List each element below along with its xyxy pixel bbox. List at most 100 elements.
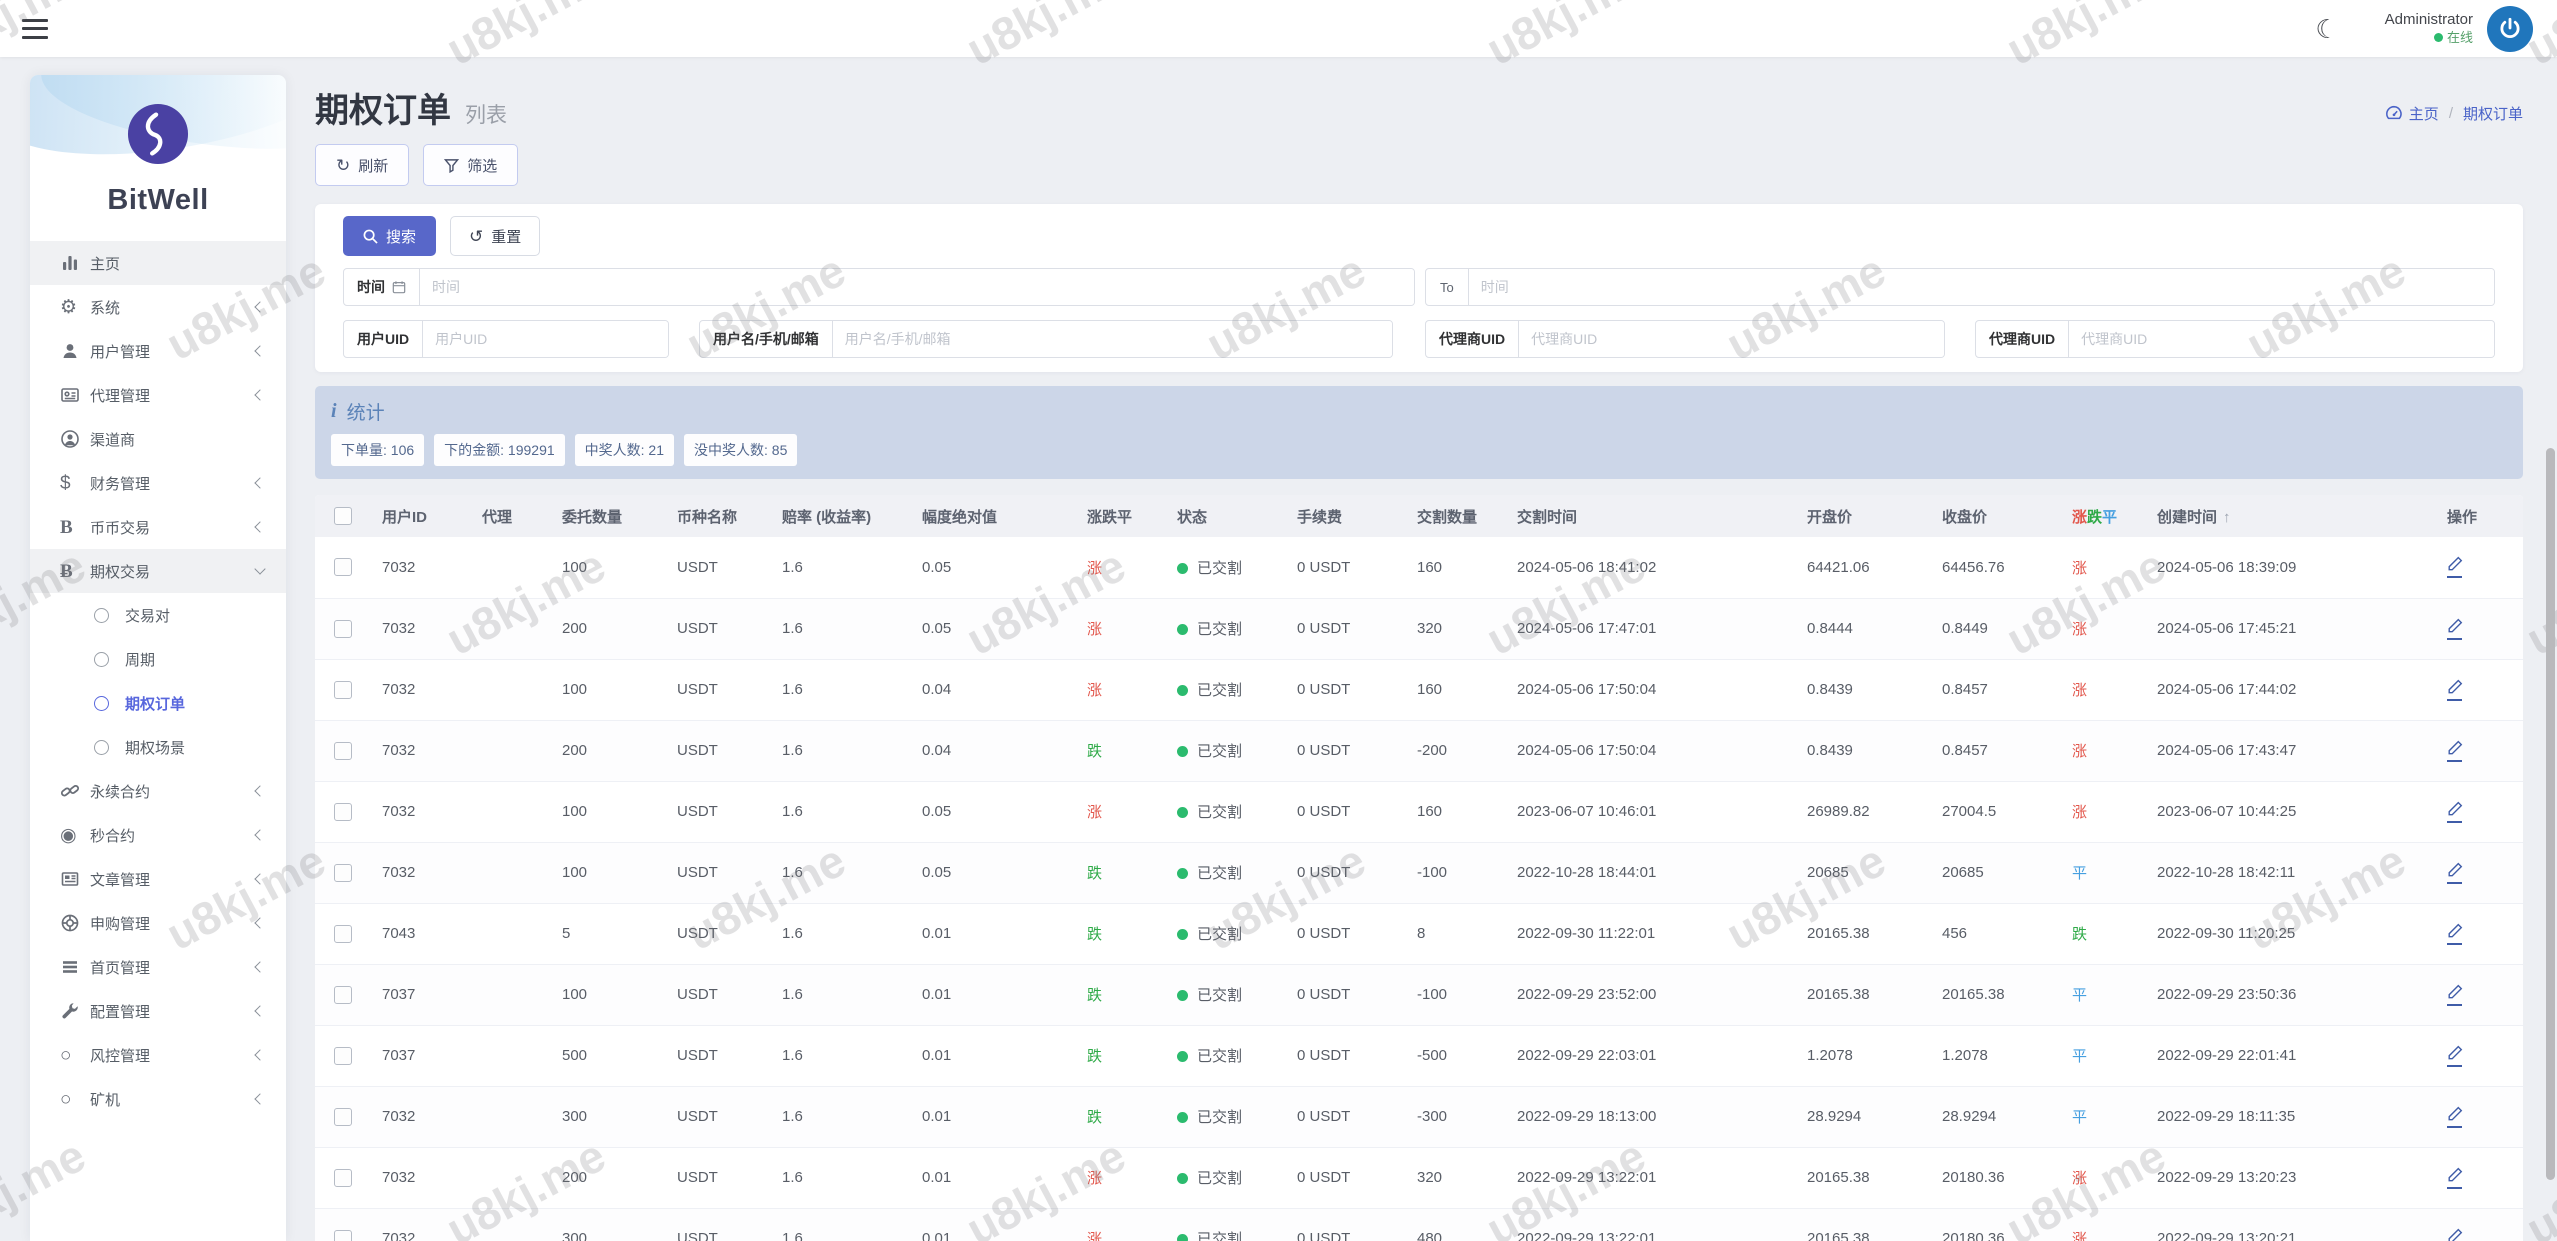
- row-checkbox[interactable]: [334, 1169, 352, 1187]
- status-dot-icon: [1177, 685, 1188, 696]
- sidebar-item-life-ring-11[interactable]: 申购管理: [30, 901, 286, 945]
- sidebar-item-chart-bars-0[interactable]: 主页: [30, 241, 286, 285]
- edit-button[interactable]: [2447, 1167, 2463, 1189]
- sidebar-item-label: 用户管理: [90, 341, 256, 362]
- settle_qty-cell: 320: [1405, 598, 1505, 659]
- status-cell: 已交割: [1165, 1147, 1285, 1208]
- fee-cell: 0 USDT: [1285, 842, 1405, 903]
- open-cell: 64421.06: [1795, 537, 1930, 598]
- row-checkbox[interactable]: [334, 1047, 352, 1065]
- filter-button[interactable]: 筛选: [423, 144, 518, 186]
- agent-uid-input[interactable]: [1519, 321, 1944, 357]
- select-all-checkbox[interactable]: [334, 507, 352, 525]
- result-cell: 涨: [2060, 1208, 2145, 1241]
- edit-button[interactable]: [2447, 984, 2463, 1006]
- column-header: 用户ID: [370, 495, 470, 537]
- hamburger-menu-icon[interactable]: [22, 19, 48, 39]
- row-checkbox[interactable]: [334, 925, 352, 943]
- row-checkbox[interactable]: [334, 986, 352, 1004]
- open-cell: 0.8444: [1795, 598, 1930, 659]
- breadcrumb-home-link[interactable]: 主页: [2385, 103, 2439, 124]
- edit-button[interactable]: [2447, 862, 2463, 884]
- info-icon: i: [331, 400, 337, 423]
- settle_time-cell: 2022-09-29 22:03:01: [1505, 1025, 1795, 1086]
- dark-mode-moon-icon[interactable]: ☾: [2315, 16, 2338, 42]
- sidebar-item-circle-15[interactable]: ○矿机: [30, 1077, 286, 1121]
- edit-button[interactable]: [2447, 1106, 2463, 1128]
- sidebar-item-label: 矿机: [90, 1089, 256, 1110]
- row-select-cell: [315, 1025, 370, 1086]
- settle_time-cell: 2022-09-29 13:22:01: [1505, 1147, 1795, 1208]
- actions-cell: [2435, 781, 2523, 842]
- stats-panel: i 统计 下单量: 106下的金额: 199291中奖人数: 21没中奖人数: …: [315, 386, 2523, 479]
- sidebar-subitem[interactable]: 交易对: [30, 593, 286, 637]
- column-header: 涨跌平: [1075, 495, 1165, 537]
- agent-uid-2-input[interactable]: [2069, 321, 2494, 357]
- range-cell: 0.05: [910, 781, 1075, 842]
- refresh-button[interactable]: ↻ 刷新: [315, 144, 409, 186]
- range-cell: 0.01: [910, 1086, 1075, 1147]
- coin-cell: USDT: [665, 720, 770, 781]
- sidebar-item-person-circle-4[interactable]: 渠道商: [30, 417, 286, 461]
- amount-cell: 500: [550, 1025, 665, 1086]
- avatar[interactable]: [2487, 6, 2533, 52]
- sidebar-item-lines-12[interactable]: 首页管理: [30, 945, 286, 989]
- vertical-scrollbar-thumb[interactable]: [2546, 448, 2555, 1180]
- sidebar-item-dollar-5[interactable]: $财务管理: [30, 461, 286, 505]
- row-checkbox[interactable]: [334, 1108, 352, 1126]
- agent-cell: [470, 537, 550, 598]
- create_time-cell: 2024-05-06 18:39:09: [2145, 537, 2435, 598]
- sidebar-item-target-9[interactable]: ◉秒合约: [30, 813, 286, 857]
- sidebar-item-letter-b-6[interactable]: B币币交易: [30, 505, 286, 549]
- column-header: 代理: [470, 495, 550, 537]
- odds-cell: 1.6: [770, 1086, 910, 1147]
- edit-button[interactable]: [2447, 618, 2463, 640]
- status-cell: 已交割: [1165, 598, 1285, 659]
- row-checkbox[interactable]: [334, 864, 352, 882]
- edit-button[interactable]: [2447, 740, 2463, 762]
- reset-button[interactable]: ↺ 重置: [450, 216, 540, 256]
- row-checkbox[interactable]: [334, 681, 352, 699]
- settle_qty-cell: 320: [1405, 1147, 1505, 1208]
- edit-button[interactable]: [2447, 556, 2463, 578]
- sidebar-item-circle-14[interactable]: ○风控管理: [30, 1033, 286, 1077]
- row-checkbox[interactable]: [334, 742, 352, 760]
- odds-cell: 1.6: [770, 964, 910, 1025]
- sidebar-item-bitcoin-7[interactable]: Ƀ期权交易: [30, 549, 286, 593]
- sidebar-menu: 主页⚙系统用户管理代理管理渠道商$财务管理B币币交易Ƀ期权交易交易对周期期权订单…: [30, 241, 286, 1121]
- sidebar-item-id-card-3[interactable]: 代理管理: [30, 373, 286, 417]
- sidebar-item-news-10[interactable]: 文章管理: [30, 857, 286, 901]
- result-cell: 跌: [2060, 903, 2145, 964]
- status-cell: 已交割: [1165, 1086, 1285, 1147]
- sidebar-subitem[interactable]: 期权订单: [30, 681, 286, 725]
- edit-button[interactable]: [2447, 679, 2463, 701]
- edit-button[interactable]: [2447, 923, 2463, 945]
- user-contact-input[interactable]: [833, 321, 1392, 357]
- edit-button[interactable]: [2447, 1045, 2463, 1067]
- user-uid-group: 用户UID: [343, 320, 669, 358]
- chevron-left-icon: [254, 389, 265, 400]
- column-header[interactable]: 创建时间↑: [2145, 495, 2435, 537]
- sidebar-item-user-2[interactable]: 用户管理: [30, 329, 286, 373]
- row-checkbox[interactable]: [334, 620, 352, 638]
- time-from-input[interactable]: [420, 269, 1414, 305]
- row-checkbox[interactable]: [334, 558, 352, 576]
- create_time-cell: 2022-09-29 13:20:21: [2145, 1208, 2435, 1241]
- edit-button[interactable]: [2447, 801, 2463, 823]
- sidebar-item-wrench-13[interactable]: 配置管理: [30, 989, 286, 1033]
- column-header: 币种名称: [665, 495, 770, 537]
- user-block[interactable]: Administrator 在线: [2385, 11, 2473, 46]
- row-checkbox[interactable]: [334, 1230, 352, 1241]
- actions-cell: [2435, 659, 2523, 720]
- sidebar-subitem[interactable]: 周期: [30, 637, 286, 681]
- chevron-left-icon: [254, 1049, 265, 1060]
- sidebar-item-gear-1[interactable]: ⚙系统: [30, 285, 286, 329]
- search-button[interactable]: 搜索: [343, 216, 436, 256]
- time-to-input[interactable]: [1469, 269, 2494, 305]
- edit-button[interactable]: [2447, 1228, 2463, 1241]
- row-checkbox[interactable]: [334, 803, 352, 821]
- sidebar-item-link-8[interactable]: 永续合约: [30, 769, 286, 813]
- sidebar-subitem[interactable]: 期权场景: [30, 725, 286, 769]
- uid-cell: 7032: [370, 842, 470, 903]
- user-uid-input[interactable]: [423, 321, 668, 357]
